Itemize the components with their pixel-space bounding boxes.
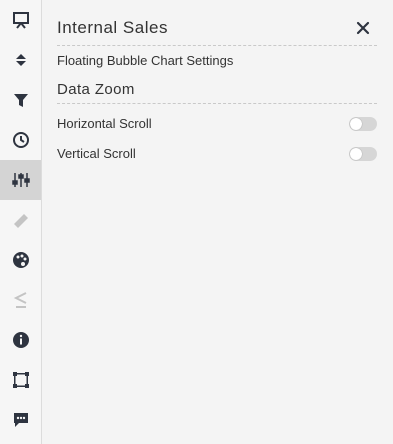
close-button[interactable] bbox=[355, 20, 371, 36]
sidebar-rail bbox=[0, 0, 42, 444]
section-title: Data Zoom bbox=[57, 81, 135, 98]
sidebar-item-clock[interactable] bbox=[0, 120, 41, 160]
sidebar-item-sort[interactable] bbox=[0, 40, 41, 80]
info-icon bbox=[12, 332, 29, 348]
settings-panel: Internal Sales Floating Bubble Chart Set… bbox=[42, 0, 393, 444]
sidebar-item-presentation[interactable] bbox=[0, 0, 41, 40]
palette-icon bbox=[12, 252, 29, 268]
sidebar-item-palette[interactable] bbox=[0, 240, 41, 280]
setting-label: Vertical Scroll bbox=[57, 146, 136, 161]
horizontal-scroll-toggle[interactable] bbox=[349, 117, 377, 131]
clock-icon bbox=[12, 132, 29, 148]
sort-arrows-icon bbox=[15, 54, 26, 66]
sliders-icon bbox=[11, 173, 30, 187]
panel-title: Internal Sales bbox=[57, 18, 168, 37]
setting-horizontal-scroll: Horizontal Scroll bbox=[57, 114, 377, 134]
select-frame-icon bbox=[12, 372, 29, 388]
comment-icon bbox=[13, 413, 28, 427]
app-window: Internal Sales Floating Bubble Chart Set… bbox=[0, 0, 393, 444]
sidebar-item-info[interactable] bbox=[0, 320, 41, 360]
sidebar-item-less-equal bbox=[0, 280, 41, 320]
setting-vertical-scroll: Vertical Scroll bbox=[57, 144, 377, 164]
sidebar-item-ruler bbox=[0, 200, 41, 240]
vertical-scroll-toggle[interactable] bbox=[349, 147, 377, 161]
filter-icon bbox=[13, 94, 28, 107]
ruler-icon bbox=[13, 214, 28, 228]
toggle-knob bbox=[350, 118, 362, 130]
toggle-knob bbox=[350, 148, 362, 160]
sidebar-item-comment[interactable] bbox=[0, 400, 41, 440]
sidebar-item-sliders[interactable] bbox=[0, 160, 41, 200]
panel-header: Internal Sales bbox=[57, 16, 377, 46]
presentation-icon bbox=[12, 12, 29, 29]
setting-label: Horizontal Scroll bbox=[57, 116, 152, 131]
less-equal-icon bbox=[13, 292, 26, 308]
sidebar-item-filter[interactable] bbox=[0, 80, 41, 120]
panel-subtitle: Floating Bubble Chart Settings bbox=[57, 53, 234, 68]
close-icon bbox=[356, 21, 370, 35]
sidebar-item-select-frame[interactable] bbox=[0, 360, 41, 400]
section-header: Data Zoom bbox=[57, 80, 377, 104]
